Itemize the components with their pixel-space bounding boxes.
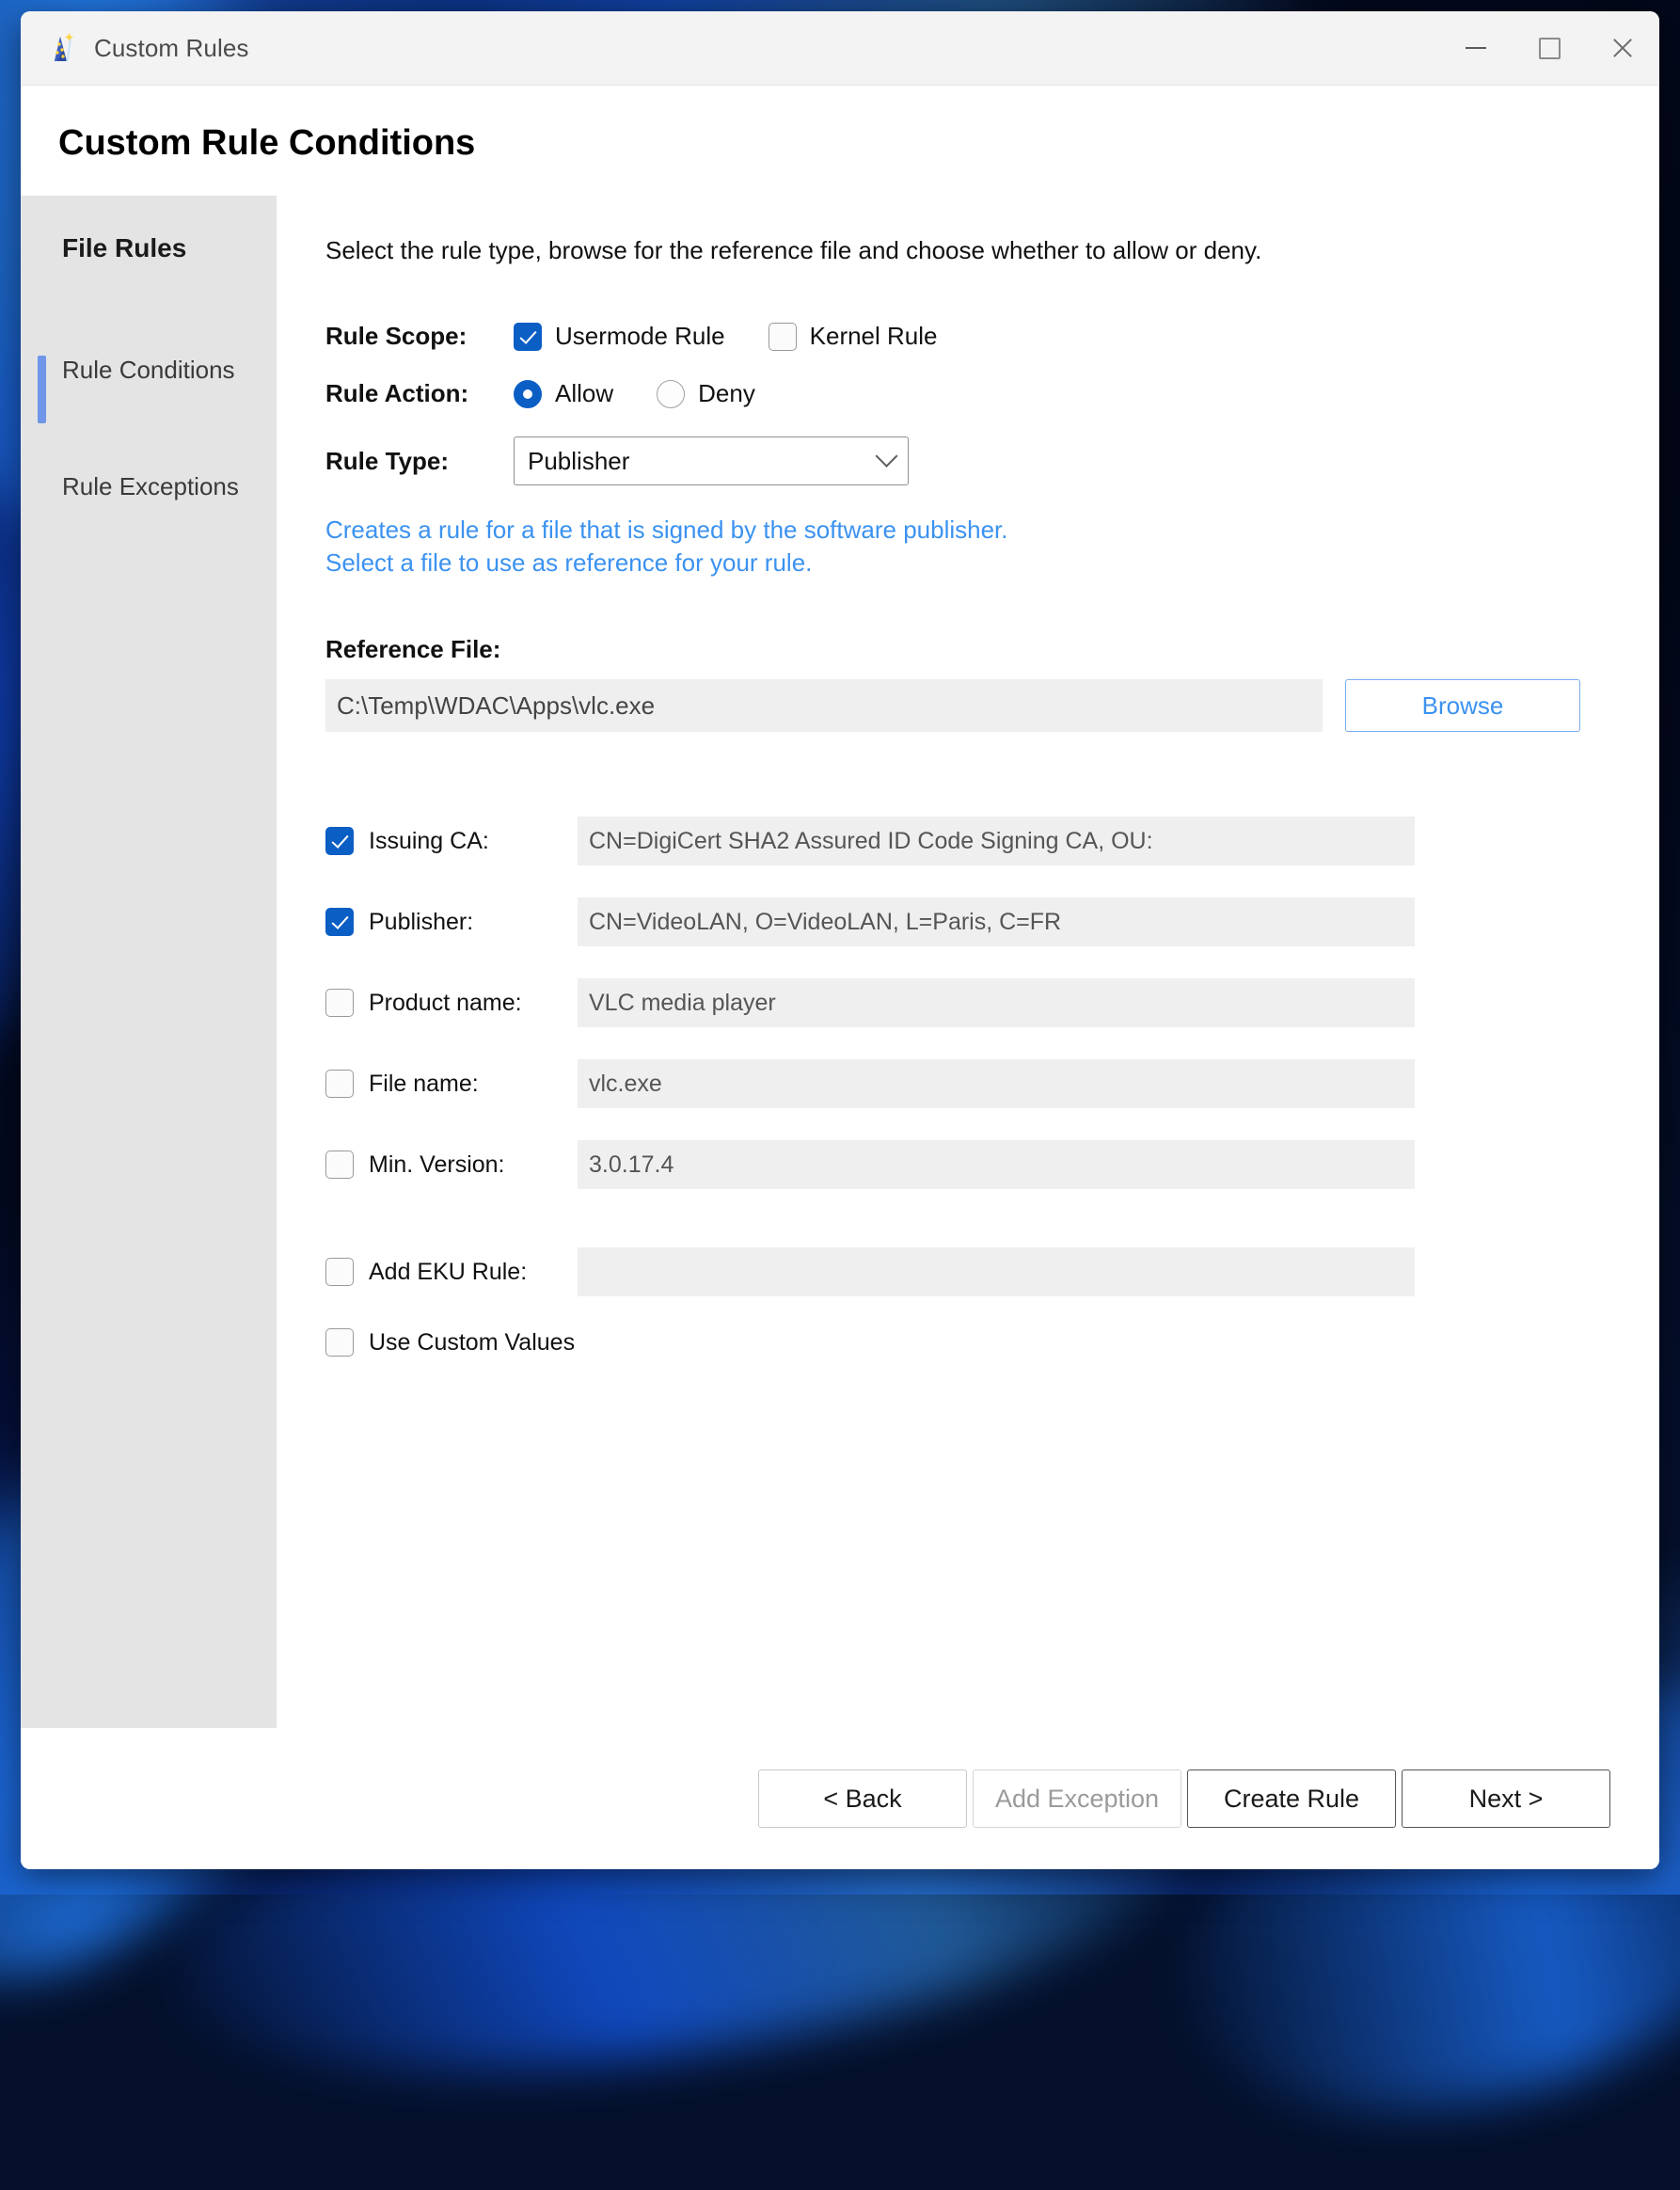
usermode-rule-label: Usermode Rule xyxy=(555,322,725,351)
issuing-ca-row: Issuing CA: CN=DigiCert SHA2 Assured ID … xyxy=(325,817,1616,865)
product-name-value[interactable]: VLC media player xyxy=(578,978,1415,1027)
rule-scope-row: Rule Scope: Usermode Rule Kernel Rule xyxy=(325,322,1616,351)
window-title: Custom Rules xyxy=(94,34,248,63)
chevron-down-icon xyxy=(875,445,897,468)
reference-file-label: Reference File: xyxy=(325,635,1616,664)
sidebar-item-rule-conditions[interactable]: Rule Conditions xyxy=(21,354,277,386)
min-version-value[interactable]: 3.0.17.4 xyxy=(578,1140,1415,1189)
minimize-button[interactable] xyxy=(1439,11,1513,85)
wizard-sidebar: File Rules Rule Conditions Rule Exceptio… xyxy=(21,196,277,1728)
min-version-checkbox[interactable] xyxy=(325,1151,354,1179)
issuing-ca-label: Issuing CA: xyxy=(369,828,578,855)
add-exception-button[interactable]: Add Exception xyxy=(973,1769,1181,1828)
sidebar-item-rule-exceptions[interactable]: Rule Exceptions xyxy=(21,470,277,502)
kernel-rule-label: Kernel Rule xyxy=(810,322,938,351)
rule-type-description: Creates a rule for a file that is signed… xyxy=(325,514,1616,579)
intro-text: Select the rule type, browse for the ref… xyxy=(325,233,1435,267)
sidebar-header: File Rules xyxy=(21,233,277,263)
file-name-value[interactable]: vlc.exe xyxy=(578,1059,1415,1108)
wizard-footer: < Back Add Exception Create Rule Next > xyxy=(21,1728,1659,1869)
sidebar-item-label: Rule Exceptions xyxy=(62,470,239,502)
allow-radio[interactable] xyxy=(514,380,542,408)
rule-type-row: Rule Type: Publisher xyxy=(325,436,1616,485)
product-name-label: Product name: xyxy=(369,990,578,1017)
maximize-icon xyxy=(1539,38,1561,59)
min-version-row: Min. Version: 3.0.17.4 xyxy=(325,1140,1616,1189)
rule-action-label: Rule Action: xyxy=(325,379,514,408)
next-button[interactable]: Next > xyxy=(1402,1769,1610,1828)
file-name-checkbox[interactable] xyxy=(325,1070,354,1098)
min-version-label: Min. Version: xyxy=(369,1151,578,1179)
use-custom-values-row: Use Custom Values xyxy=(325,1328,1616,1357)
create-rule-button[interactable]: Create Rule xyxy=(1187,1769,1396,1828)
publisher-row: Publisher: CN=VideoLAN, O=VideoLAN, L=Pa… xyxy=(325,897,1616,946)
sidebar-item-label: Rule Conditions xyxy=(62,354,235,386)
custom-rules-window: Custom Rules Custom Rule Conditions File… xyxy=(21,11,1659,1869)
issuing-ca-checkbox[interactable] xyxy=(325,827,354,855)
rule-type-description-line2: Select a file to use as reference for yo… xyxy=(325,547,1616,579)
publisher-label: Publisher: xyxy=(369,909,578,936)
title-bar: Custom Rules xyxy=(21,11,1659,86)
main-content: Select the rule type, browse for the ref… xyxy=(277,196,1659,1728)
deny-label: Deny xyxy=(698,379,755,408)
reference-file-input[interactable]: C:\Temp\WDAC\Apps\vlc.exe xyxy=(325,679,1323,732)
product-name-checkbox[interactable] xyxy=(325,989,354,1017)
browse-button[interactable]: Browse xyxy=(1345,679,1580,732)
product-name-row: Product name: VLC media player xyxy=(325,978,1616,1027)
minimize-icon xyxy=(1466,47,1486,49)
add-eku-rule-value[interactable] xyxy=(578,1247,1415,1296)
file-name-label: File name: xyxy=(369,1071,578,1098)
reference-file-row: C:\Temp\WDAC\Apps\vlc.exe Browse xyxy=(325,679,1616,732)
wizard-wand-icon xyxy=(41,29,79,67)
use-custom-values-label: Use Custom Values xyxy=(369,1329,575,1357)
add-eku-rule-checkbox[interactable] xyxy=(325,1258,354,1286)
kernel-rule-checkbox[interactable] xyxy=(769,323,797,351)
rule-type-label: Rule Type: xyxy=(325,447,514,476)
back-button[interactable]: < Back xyxy=(758,1769,967,1828)
add-eku-rule-row: Add EKU Rule: xyxy=(325,1247,1616,1296)
publisher-checkbox[interactable] xyxy=(325,908,354,936)
page-title: Custom Rule Conditions xyxy=(58,123,1659,164)
maximize-button[interactable] xyxy=(1513,11,1586,85)
issuing-ca-value[interactable]: CN=DigiCert SHA2 Assured ID Code Signing… xyxy=(578,817,1415,865)
close-icon xyxy=(1610,36,1635,60)
add-eku-rule-label: Add EKU Rule: xyxy=(369,1259,578,1286)
active-indicator-bar xyxy=(38,356,46,423)
rule-scope-label: Rule Scope: xyxy=(325,322,514,351)
use-custom-values-checkbox[interactable] xyxy=(325,1328,354,1357)
rule-type-description-line1: Creates a rule for a file that is signed… xyxy=(325,514,1616,546)
close-button[interactable] xyxy=(1586,11,1659,85)
publisher-value[interactable]: CN=VideoLAN, O=VideoLAN, L=Paris, C=FR xyxy=(578,897,1415,946)
window-controls xyxy=(1439,11,1659,85)
deny-radio[interactable] xyxy=(657,380,685,408)
file-name-row: File name: vlc.exe xyxy=(325,1059,1616,1108)
rule-action-row: Rule Action: Allow Deny xyxy=(325,379,1616,408)
rule-type-select[interactable]: Publisher xyxy=(514,436,909,485)
rule-type-value: Publisher xyxy=(528,447,629,476)
usermode-rule-checkbox[interactable] xyxy=(514,323,542,351)
window-body: File Rules Rule Conditions Rule Exceptio… xyxy=(21,196,1659,1728)
allow-label: Allow xyxy=(555,379,613,408)
